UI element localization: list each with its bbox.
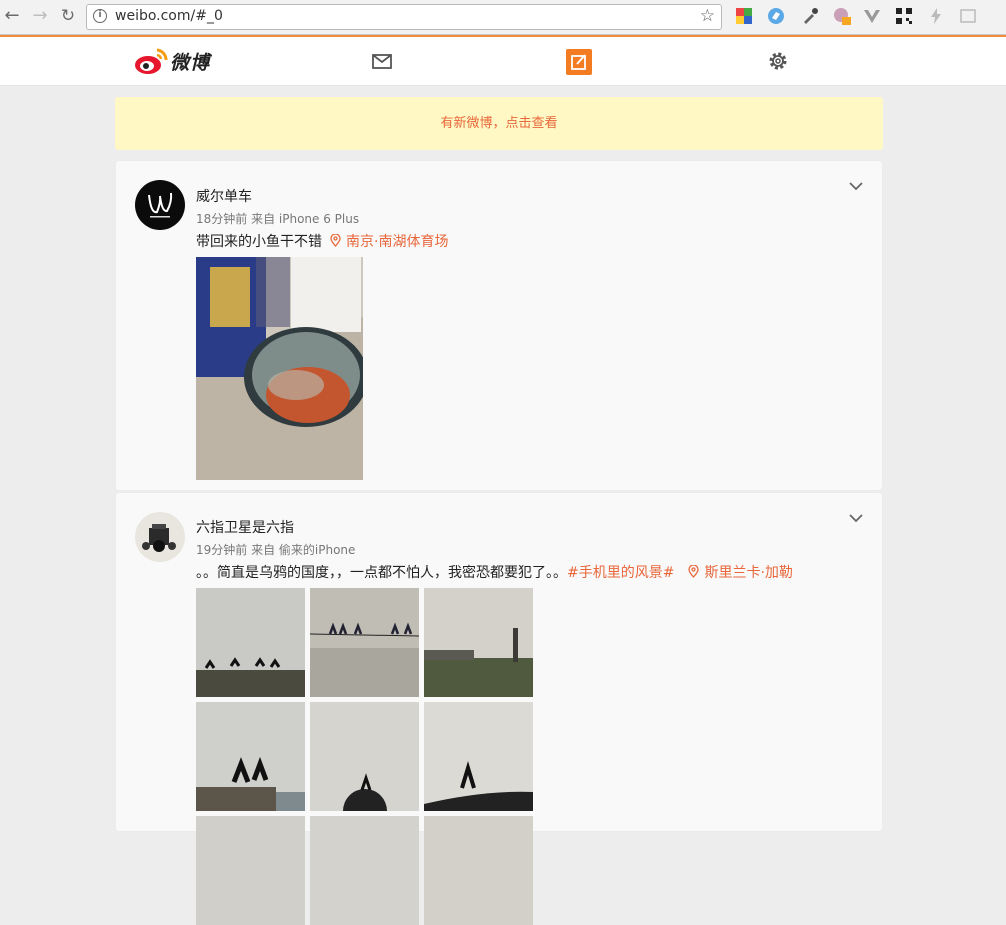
new-posts-banner-text[interactable]: 有新微博，点击查看	[115, 97, 883, 150]
address-bar-url[interactable]: weibo.com/#_0	[115, 8, 223, 24]
post-photo[interactable]	[196, 257, 363, 480]
weibo-logo-icon[interactable]	[133, 46, 169, 76]
post-hashtag[interactable]: #手机里的风景#	[567, 565, 674, 581]
site-info-icon[interactable]: i	[93, 9, 107, 23]
avatar[interactable]	[135, 512, 185, 562]
post-meta: 18分钟前 来自 iPhone 6 Plus	[196, 212, 360, 226]
bookmark-star-icon[interactable]: ☆	[700, 6, 715, 26]
extension-vue-icon[interactable]	[862, 6, 882, 26]
forward-icon[interactable]: →	[30, 6, 50, 26]
post-photo-thumbnail[interactable]	[196, 588, 305, 697]
extension-lightning-icon[interactable]	[926, 6, 946, 26]
extension-qrcode-icon[interactable]	[894, 6, 914, 26]
location-pin-icon	[330, 233, 341, 247]
post-photo-thumbnail[interactable]	[310, 816, 419, 925]
post-username[interactable]: 六指卫星是六指	[196, 517, 294, 537]
compose-icon[interactable]	[566, 49, 592, 75]
post-location[interactable]: 斯里兰卡·加勒	[688, 564, 793, 581]
post-username[interactable]: 威尔单车	[196, 186, 252, 206]
chevron-down-icon[interactable]	[848, 513, 864, 523]
mail-icon[interactable]	[370, 49, 394, 73]
post-photo-thumbnail[interactable]	[310, 702, 419, 811]
avatar-w-logo-icon	[148, 192, 173, 218]
weibo-logo-text[interactable]: 微博	[170, 48, 210, 75]
address-bar[interactable]: i weibo.com/#_0 ☆	[86, 4, 722, 30]
settings-gear-icon[interactable]	[766, 49, 790, 73]
browser-toolbar: ← → ↻ i weibo.com/#_0 ☆	[0, 0, 1006, 35]
post-meta: 19分钟前 来自 偷来的iPhone	[196, 543, 356, 557]
new-posts-banner[interactable]: 有新微博，点击查看	[115, 97, 883, 150]
post-location-label[interactable]: 斯里兰卡·加勒	[704, 565, 792, 581]
chevron-down-icon[interactable]	[848, 181, 864, 191]
post-photo-thumbnail[interactable]	[424, 588, 533, 697]
weibo-top-nav: 微博	[0, 37, 1006, 86]
extension-translate-icon[interactable]	[958, 6, 978, 26]
post-photo-thumbnail[interactable]	[196, 816, 305, 925]
post-text-body: 。。简直是乌鸦的国度，，一点都不怕人，我密恐都要犯了。。	[196, 565, 567, 581]
extension-badge-icon[interactable]	[832, 6, 852, 26]
extension-bird-icon[interactable]	[766, 6, 786, 26]
post-photo-thumbnail[interactable]	[196, 702, 305, 811]
avatar-camera-icon	[142, 524, 176, 552]
location-pin-icon	[688, 564, 700, 578]
feed-card: 六指卫星是六指 19分钟前 来自 偷来的iPhone 。。简直是乌鸦的国度，，一…	[115, 492, 883, 925]
back-icon[interactable]: ←	[2, 6, 22, 26]
extension-eyedropper-icon[interactable]	[800, 6, 820, 26]
avatar[interactable]	[135, 180, 185, 230]
post-photo-thumbnail[interactable]	[310, 588, 419, 697]
post-photo-thumbnail[interactable]	[424, 702, 533, 811]
post-location[interactable]: 南京·南湖体育场	[330, 233, 448, 250]
post-text: 。。简直是乌鸦的国度，，一点都不怕人，我密恐都要犯了。。#手机里的风景# 斯里兰卡…	[196, 562, 793, 582]
post-text: 带回来的小鱼干不错 南京·南湖体育场	[196, 231, 448, 251]
post-photo-thumbnail[interactable]	[424, 816, 533, 925]
feed-card: 威尔单车 18分钟前 来自 iPhone 6 Plus 带回来的小鱼干不错 南京·…	[115, 160, 883, 491]
extension-colorful-icon[interactable]	[734, 6, 754, 26]
post-text-body: 带回来的小鱼干不错	[196, 234, 322, 250]
post-location-label[interactable]: 南京·南湖体育场	[346, 234, 448, 250]
reload-icon[interactable]: ↻	[58, 6, 78, 26]
